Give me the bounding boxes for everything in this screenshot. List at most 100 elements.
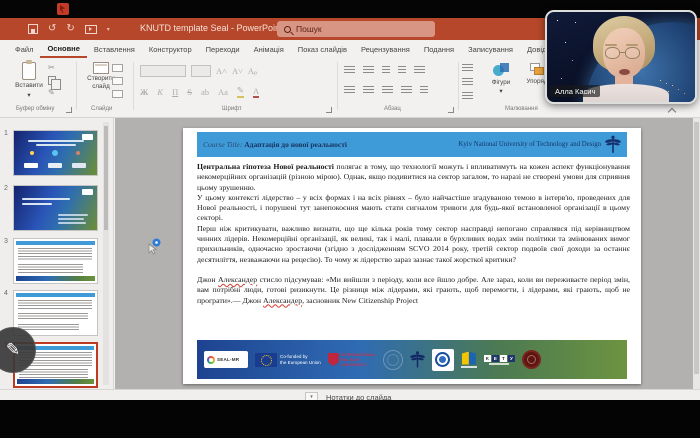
decrease-indent-icon[interactable]	[382, 66, 390, 75]
shrink-font-icon[interactable]: A˅	[232, 66, 243, 76]
tab-review[interactable]: Рецензування	[354, 41, 417, 57]
editor-vertical-scrollbar[interactable]	[693, 118, 700, 389]
paragraph-3: Перш ніж критикувати, важливо визнати, щ…	[197, 224, 630, 265]
editor-scrollbar-thumb[interactable]	[694, 122, 699, 374]
clear-formatting-icon[interactable]: Aₚ	[248, 66, 258, 77]
font-dialog-launcher-icon[interactable]	[326, 107, 332, 113]
slide-thumbnail-2[interactable]	[13, 185, 98, 231]
glasses-lens-left	[605, 47, 620, 59]
seal-logo-text: SEAL-MR	[217, 357, 239, 362]
justify-icon[interactable]	[401, 86, 412, 95]
quick-access-toolbar: ↺ ↻ ▾	[28, 18, 110, 40]
presenter-mouth	[619, 69, 630, 75]
numbering-icon[interactable]	[363, 66, 374, 75]
bold-button[interactable]: Ж	[140, 87, 148, 97]
align-center-icon[interactable]	[363, 86, 374, 95]
new-slide-icon	[93, 62, 109, 74]
slide-body-text[interactable]: Центральна гіпотеза Нової реальності пол…	[197, 162, 630, 306]
columns-icon[interactable]	[420, 86, 428, 95]
italic-button[interactable]: К	[157, 87, 163, 97]
tab-recording[interactable]: Записування	[461, 41, 520, 57]
redo-icon[interactable]: ↻	[66, 24, 74, 34]
maroon-emblem-icon	[522, 350, 541, 369]
slide-canvas[interactable]: Course Title: Адаптація до нової реально…	[183, 128, 641, 384]
align-text-icon[interactable]	[462, 78, 473, 87]
text-direction-icon[interactable]	[462, 64, 473, 73]
tab-view[interactable]: Подання	[417, 41, 461, 57]
pencil-icon: ✎	[6, 340, 20, 360]
layout-icon[interactable]	[112, 64, 123, 72]
block-letter-3: Т	[500, 355, 507, 362]
meeting-bottom-bar	[0, 400, 700, 438]
font-controls-row1: A˄ A˅ Aₚ	[140, 65, 258, 77]
underline-button[interactable]: П	[172, 87, 178, 97]
course-title-text: Course Title: Адаптація до нової реально…	[203, 140, 347, 149]
seal-ring-icon	[207, 356, 215, 364]
paragraph-controls-row1	[344, 66, 425, 75]
highlight-color-button[interactable]: ✎	[237, 85, 244, 98]
tab-animations[interactable]: Анімація	[247, 41, 291, 57]
strikethrough-button[interactable]: S	[187, 87, 192, 97]
clipboard-dialog-launcher-icon[interactable]	[66, 107, 72, 113]
reset-slide-icon[interactable]	[112, 77, 123, 85]
thumb-number-4: 4	[4, 290, 8, 297]
glasses-lens-right	[625, 47, 640, 59]
block-letter-1: К	[484, 355, 491, 362]
search-input[interactable]: Пошук	[277, 21, 435, 37]
thumb-number-3: 3	[4, 238, 8, 245]
paragraph-4: Джон Александер стисло підсумував: «Ми в…	[197, 275, 630, 306]
change-case-button[interactable]: Aa	[218, 87, 228, 97]
line-spacing-icon[interactable]	[414, 66, 425, 75]
tab-design[interactable]: Конструктор	[142, 41, 199, 57]
tab-insert[interactable]: Вставлення	[87, 41, 142, 57]
undo-icon[interactable]: ↺	[48, 24, 56, 34]
thumb-number-2: 2	[4, 185, 8, 192]
seal-project-logo: SEAL-MR	[204, 351, 248, 368]
font-name-combobox[interactable]	[140, 65, 186, 77]
font-size-combobox[interactable]	[191, 65, 211, 77]
tab-slideshow[interactable]: Показ слайдів	[291, 41, 354, 57]
paste-button[interactable]: Вставити ▾	[12, 62, 46, 106]
thumbnail-scrollbar[interactable]	[103, 122, 109, 385]
start-slideshow-icon[interactable]	[85, 25, 97, 34]
thumbnail-scrollbar-thumb[interactable]	[104, 126, 108, 230]
copy-icon[interactable]	[48, 76, 56, 85]
text-effects-button[interactable]: ab	[201, 87, 209, 97]
p4-spellcheck-name-2: Александер	[263, 296, 302, 305]
tab-transitions[interactable]: Переходи	[199, 41, 247, 57]
presenter-glasses	[605, 47, 643, 60]
tab-file[interactable]: Файл	[8, 41, 40, 57]
slide-thumbnail-1[interactable]	[13, 130, 98, 176]
align-right-icon[interactable]	[382, 86, 393, 95]
slides-mini-buttons	[112, 64, 123, 98]
new-slide-label-2: слайд	[92, 83, 110, 90]
slide-thumbnail-4[interactable]	[13, 290, 98, 336]
slide-thumbnail-3[interactable]	[13, 238, 98, 284]
knutd-dragonfly-logo-icon	[605, 135, 621, 155]
section-icon[interactable]	[112, 90, 123, 98]
cut-icon[interactable]: ✂	[48, 64, 56, 72]
p4-spellcheck-name-1: Александер	[218, 275, 257, 284]
align-left-icon[interactable]	[344, 86, 355, 95]
font-color-button[interactable]: A	[253, 86, 259, 98]
shapes-label: Фігури	[492, 79, 511, 86]
tab-home[interactable]: Основне	[40, 40, 86, 58]
grow-font-icon[interactable]: A˄	[216, 66, 227, 76]
save-icon[interactable]	[28, 24, 38, 34]
arrange-icon	[530, 63, 545, 76]
shapes-button[interactable]: Фігури ▾	[486, 63, 516, 107]
paragraph-dialog-launcher-icon[interactable]	[448, 107, 454, 113]
format-painter-icon[interactable]: ✎	[48, 89, 56, 97]
collapse-ribbon-icon[interactable]	[668, 108, 676, 113]
presenter-webcam[interactable]: Алла Касич	[545, 10, 697, 104]
screen: ↺ ↻ ▾ KNUTD template Seal - PowerPoint П…	[0, 0, 700, 438]
increase-indent-icon[interactable]	[398, 66, 406, 75]
convert-smartart-icon[interactable]	[462, 92, 473, 101]
meeting-app-icon[interactable]	[57, 3, 69, 15]
collaboration-cursor-icon	[145, 238, 161, 256]
course-title-value: Адаптація до нової реальності	[244, 140, 347, 149]
presenter-brow-right	[626, 44, 638, 46]
qat-customize-caret-icon[interactable]: ▾	[107, 26, 110, 33]
group-label-clipboard: Буфер обміну	[16, 106, 54, 112]
bullets-icon[interactable]	[344, 66, 355, 75]
